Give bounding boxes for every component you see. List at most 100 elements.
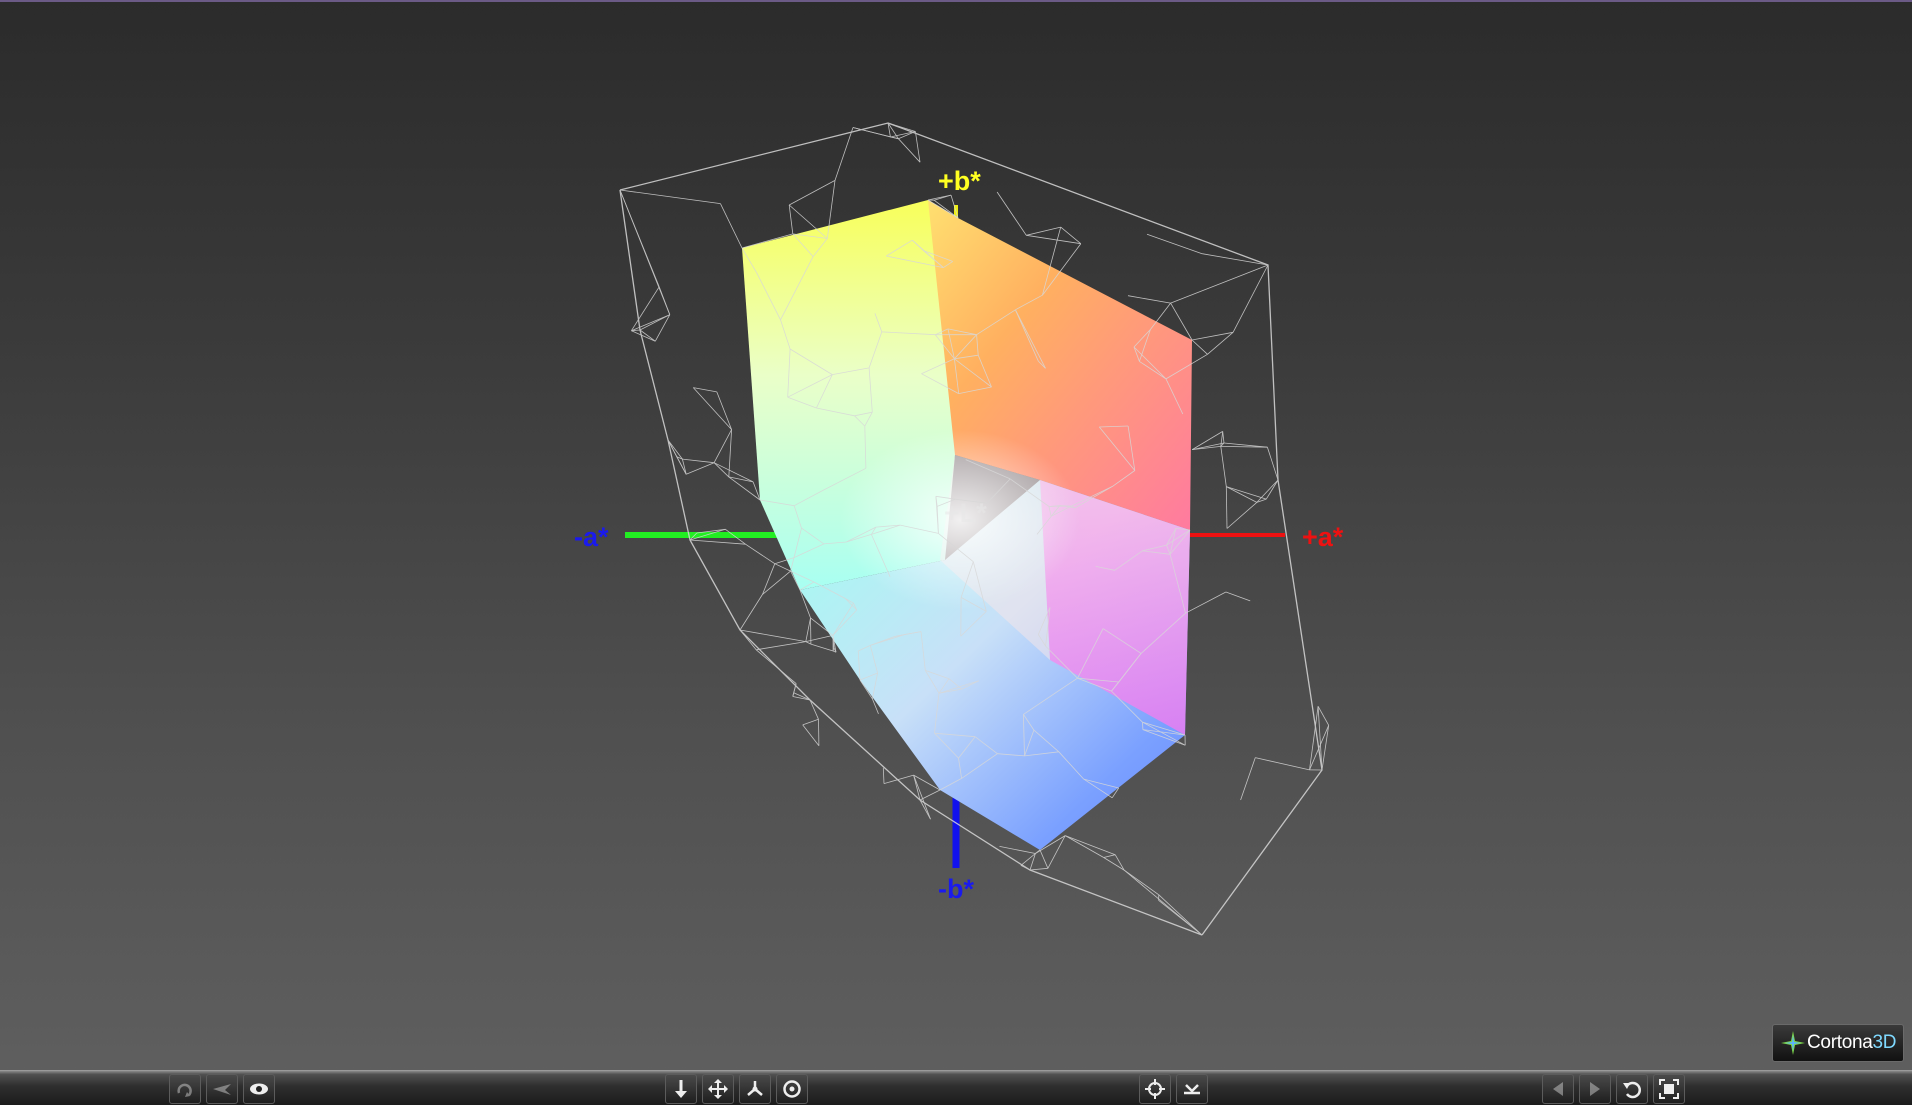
fit-icon [1658,1078,1680,1100]
previous-viewpoint-button[interactable] [1542,1074,1574,1104]
cortona-star-icon [1779,1029,1807,1057]
wireframe-edge [1255,758,1309,770]
study-button[interactable] [739,1074,771,1104]
wireframe-edge [1124,870,1202,935]
wireframe-edge [997,192,1026,235]
wireframe-edge [811,644,833,651]
wireframe-edge [1192,332,1233,340]
wireframe-edge [1171,265,1268,303]
rotate-button[interactable] [169,1074,201,1104]
rotate-icon [174,1078,196,1100]
wireframe-edge [1202,254,1268,265]
eye-icon [248,1078,270,1100]
wireframe-edge [1030,868,1048,870]
wireframe-edge [729,430,732,477]
gamut-scene: +b* -b* +a* -a* +L* [0,0,1912,1070]
wireframe-edge [1128,296,1171,303]
wireframe-edge [806,635,833,641]
wireframe-edge [1026,227,1060,235]
wireframe-edge [714,430,732,463]
wireframe-edge [1040,850,1048,868]
cortona3d-logo[interactable]: Cortona3D [1772,1024,1904,1062]
wireframe-edge [1104,855,1116,858]
next-viewpoint-button[interactable] [1579,1074,1611,1104]
wireframe-edge [1065,836,1115,855]
walk-button[interactable] [665,1074,697,1104]
study-icon [744,1078,766,1100]
fit-button[interactable] [1653,1074,1685,1104]
wireframe-edge [884,775,914,784]
wireframe-edge [794,693,810,700]
wireframe-edge [1208,332,1234,354]
wireframe-edge [803,719,819,725]
align-icon [1181,1078,1203,1100]
wireframe-edge [803,725,819,746]
wireframe-edge [1226,487,1227,529]
wireframe-edge [620,190,720,204]
wireframe-edge [659,287,670,315]
wireframe-edge [1257,480,1278,502]
wireframe-edge [682,459,686,474]
navigation-toolbar [0,1070,1912,1105]
restore-viewpoint-button[interactable] [1616,1074,1648,1104]
goto-button[interactable] [1139,1074,1171,1104]
wireframe-edge [1226,592,1250,601]
wireframe-edge [898,132,915,139]
wireframe-edge [1021,865,1030,870]
wireframe-edge [789,180,835,205]
pan-button[interactable] [702,1074,734,1104]
wireframe-edge [631,287,659,331]
previous-viewpoint-icon [1547,1078,1569,1100]
wireframe-edge [682,459,714,463]
wireframe-edge [1223,431,1224,443]
wireframe-edge [1104,858,1124,871]
walk-icon [670,1078,692,1100]
wireframe-edge [1192,340,1208,354]
plus-l-axis-label: +L* [944,498,987,528]
wireframe-edge [1318,706,1329,725]
plus-b-axis-label: +b* [938,166,981,196]
wireframe-edge [920,790,940,800]
wireframe-edge [1000,846,1036,853]
wireframe-edge [793,693,794,697]
wireframe-edge [888,123,915,132]
wireframe-edge [1186,592,1226,613]
wireframe-edge [714,463,729,477]
wireframe-edge [740,594,763,630]
wireframe-edge [720,204,742,248]
wireframe-edge [775,564,791,571]
wireframe-edge [1159,895,1202,935]
align-button[interactable] [1176,1074,1208,1104]
wireframe-edge [717,392,732,430]
wireframe-edge [789,205,793,234]
wireframe-edge [810,700,819,719]
wireframe-edge [883,768,884,784]
wireframe-edge [756,642,806,650]
wireframe-edge [693,388,731,430]
wireframe-edge [714,463,753,482]
wireframe-edge [1221,446,1227,486]
pan-icon [707,1078,729,1100]
orbit-button[interactable] [776,1074,808,1104]
3d-viewport[interactable]: +b* -b* +a* -a* +L* [0,0,1912,1070]
orbit-icon [781,1078,803,1100]
wireframe-edge [1266,480,1278,499]
wireframe-edge [746,544,775,564]
fly-icon [211,1078,233,1100]
wireframe-edge [690,540,746,544]
fly-button[interactable] [206,1074,238,1104]
wireframe-edge [1065,836,1104,858]
next-viewpoint-icon [1584,1078,1606,1100]
wireframe-edge [1241,758,1256,800]
minus-b-axis-label: -b* [938,874,974,904]
minus-a-axis-label: -a* [574,522,609,552]
view-button[interactable] [243,1074,275,1104]
wireframe-edge [763,571,791,594]
wireframe-edge [1233,265,1268,332]
wireframe-edge [686,463,714,475]
wireframe-edge [1322,725,1329,770]
wireframe-edge [1124,870,1159,895]
wireframe-edge [631,315,669,331]
wireframe-edge [806,618,811,642]
wireframe-edge [756,650,796,684]
